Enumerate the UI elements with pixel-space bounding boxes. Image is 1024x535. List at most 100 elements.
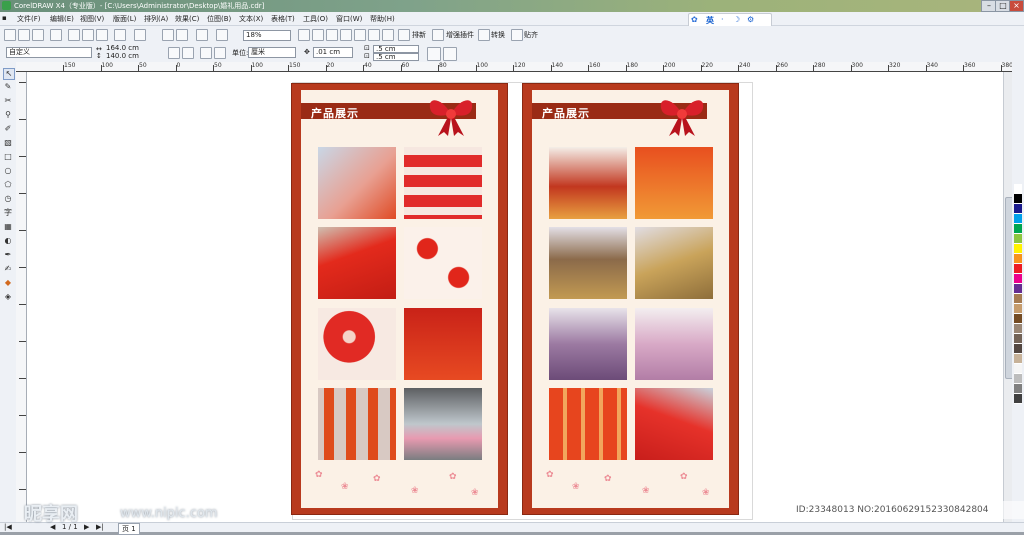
color-swatch[interactable] [1014,274,1022,284]
zoom-tool-icon[interactable]: ⚲ [3,110,13,120]
menu-tools[interactable]: 工具(O) [303,14,328,24]
plugin-button-3[interactable]: 转换 [491,30,505,40]
color-swatch[interactable] [1014,184,1022,194]
app-launcher-icon[interactable] [196,29,208,41]
menu-edit[interactable]: 编辑(E) [50,14,74,24]
color-swatch[interactable] [1014,304,1022,314]
pick-tool-icon[interactable]: ↖ [3,68,15,80]
color-swatch[interactable] [1014,284,1022,294]
table-tool-icon[interactable]: ▦ [3,222,13,232]
display-panel-left[interactable]: 产品展示 ✿ ❀ ✿ ❀ ✿ ❀ [292,84,507,514]
open-icon[interactable] [18,29,30,41]
plugin-icon[interactable] [398,29,410,41]
color-swatch[interactable] [1014,194,1022,204]
next-page-icon[interactable]: ▶ [84,523,89,531]
display-panel-right[interactable]: 产品展示 ✿ ❀ ✿ ❀ ✿ ❀ [523,84,738,514]
enhance-icon[interactable] [432,29,444,41]
color-swatch[interactable] [1014,324,1022,334]
menu-layout[interactable]: 版面(L) [113,14,136,24]
copy-icon[interactable] [82,29,94,41]
treat-as-filled-icon[interactable] [427,47,441,61]
menu-view[interactable]: 视图(V) [80,14,104,24]
eyedropper-tool-icon[interactable]: ✒ [3,250,13,260]
new-doc-icon[interactable] [4,29,16,41]
menu-help[interactable]: 帮助(H) [370,14,395,24]
fill-tool-icon[interactable]: ◆ [3,278,13,288]
plugin-button-1[interactable]: 排新 [412,30,426,40]
menu-effects[interactable]: 效果(C) [175,14,199,24]
all-pages-icon[interactable] [200,47,212,59]
smart-fill-icon[interactable]: ▧ [3,138,13,148]
ellipse-tool-icon[interactable]: ○ [3,166,13,176]
landscape-icon[interactable] [182,47,194,59]
menu-window[interactable]: 窗口(W) [336,14,362,24]
basic-shapes-icon[interactable]: ◷ [3,194,13,204]
cut-icon[interactable] [68,29,80,41]
duplicate-x-field[interactable]: .5 cm [373,45,419,53]
color-swatch[interactable] [1014,354,1022,364]
color-swatch[interactable] [1014,294,1022,304]
drawing-canvas[interactable]: 产品展示 ✿ ❀ ✿ ❀ ✿ ❀ 产品展示 ✿ ❀ ✿ ❀ ✿ ❀ [27,72,1012,522]
close-button[interactable]: × [1009,0,1024,12]
current-page-icon[interactable] [214,47,226,59]
first-page-icon[interactable]: |◀ [4,523,12,531]
color-swatch[interactable] [1014,364,1022,374]
menu-bitmaps[interactable]: 位图(B) [207,14,231,24]
zoom-page-icon[interactable] [354,29,366,41]
page-preset-select[interactable]: 自定义 [6,47,92,58]
color-swatch[interactable] [1014,314,1022,324]
nudge-distance-field[interactable]: .01 cm [313,47,353,58]
settings-icon[interactable]: ⚙ [747,15,754,24]
portrait-icon[interactable] [168,47,180,59]
zoom-full-icon[interactable] [298,29,310,41]
color-swatch[interactable] [1014,224,1022,234]
zoom-height-icon[interactable] [382,29,394,41]
menu-text[interactable]: 文本(X) [239,14,263,24]
page-height-field[interactable]: 140.0 cm [104,53,156,61]
color-swatch[interactable] [1014,374,1022,384]
export-icon[interactable] [176,29,188,41]
rectangle-tool-icon[interactable]: □ [3,152,13,162]
color-swatch[interactable] [1014,264,1022,274]
paste-icon[interactable] [96,29,108,41]
ime-language[interactable]: 英 [706,15,714,26]
outline-tool-icon[interactable]: ✍ [3,264,13,274]
color-swatch[interactable] [1014,394,1022,404]
page-tab[interactable]: 页 1 [118,523,140,535]
menu-file[interactable]: 文件(F) [17,14,41,24]
vertical-ruler[interactable] [16,72,27,522]
color-swatch[interactable] [1014,384,1022,394]
shape-tool-icon[interactable]: ✎ [3,82,13,92]
plugin-button-4[interactable]: 贴齐 [524,30,538,40]
print-icon[interactable] [50,29,62,41]
zoom-level-field[interactable]: 18% [243,30,291,41]
punct-icon[interactable]: · [721,15,724,24]
plugin-button-2[interactable]: 增强插件 [446,30,474,40]
last-page-icon[interactable]: ▶| [96,523,104,531]
color-swatch[interactable] [1014,344,1022,354]
welcome-icon[interactable] [216,29,228,41]
draw-wireframe-icon[interactable] [443,47,457,61]
undo-icon[interactable] [114,29,126,41]
units-select[interactable]: 厘米 [248,47,296,58]
duplicate-y-field[interactable]: .5 cm [373,53,419,61]
zoom-in-icon[interactable] [312,29,324,41]
color-swatch[interactable] [1014,334,1022,344]
redo-icon[interactable] [134,29,146,41]
zoom-selected-icon[interactable] [340,29,352,41]
freehand-tool-icon[interactable]: ✐ [3,124,13,134]
color-swatch[interactable] [1014,244,1022,254]
color-swatch[interactable] [1014,204,1022,214]
menu-arrange[interactable]: 排列(A) [144,14,168,24]
blend-tool-icon[interactable]: ◐ [3,236,13,246]
save-icon[interactable] [32,29,44,41]
zoom-width-icon[interactable] [368,29,380,41]
polygon-tool-icon[interactable]: ⬠ [3,180,13,190]
snap-icon[interactable] [511,29,523,41]
interactive-fill-icon[interactable]: ◈ [3,292,13,302]
crop-tool-icon[interactable]: ✂ [3,96,13,106]
color-swatch[interactable] [1014,234,1022,244]
text-tool-icon[interactable]: 字 [3,208,13,218]
moon-icon[interactable]: ☽ [733,15,740,24]
convert-icon[interactable] [478,29,490,41]
